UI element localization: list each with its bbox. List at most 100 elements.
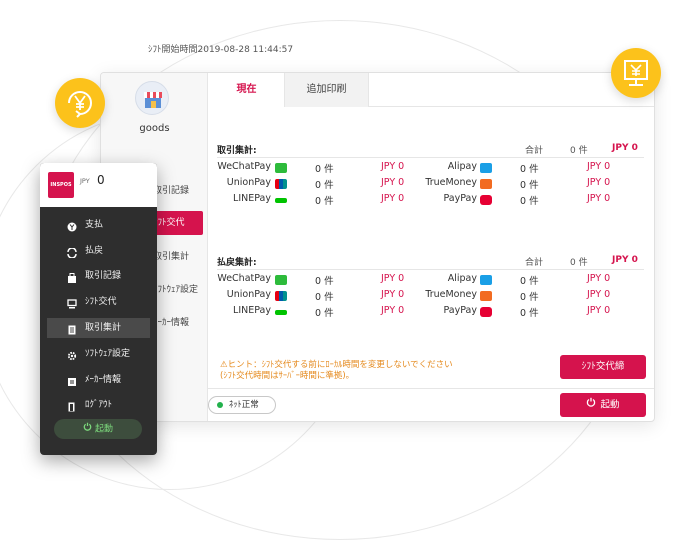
row-count: 0 件 xyxy=(520,308,539,319)
menu-item-label: 取引集計 xyxy=(85,323,122,333)
table-row: WeChatPay 0 件 JPY 0 Alipay 0 件 JPY 0 xyxy=(217,161,644,177)
truemoney-icon xyxy=(480,179,492,189)
network-status: ﾈｯﾄ正常 xyxy=(208,396,276,414)
row-amount: JPY 0 xyxy=(587,161,611,172)
row-count: 0 件 xyxy=(520,180,539,191)
menu-item-record[interactable]: 取引記録 xyxy=(47,266,150,286)
status-dot-icon xyxy=(217,402,223,408)
table-row: UnionPay 0 件 JPY 0 TrueMoney 0 件 JPY 0 xyxy=(217,177,644,193)
hint-line: (ｼﾌﾄ交代時間はｻｰﾊﾞｰ時間に準拠)。 xyxy=(220,371,355,381)
unionpay-icon xyxy=(275,179,287,189)
menu-item-label: ｼﾌﾄ交代 xyxy=(85,297,117,307)
row-amount: JPY 0 xyxy=(381,193,405,204)
tab-current[interactable]: 現在 xyxy=(209,73,285,107)
gear-icon xyxy=(67,349,77,361)
total-label: 合計 xyxy=(525,146,544,156)
row-count: 0 件 xyxy=(520,292,539,303)
pos-menu: INSPOS JPY 0 支払 払戻 取引記録 ｼﾌﾄ交代 取引集計 ｿﾌﾄｳｪ… xyxy=(40,163,157,455)
shift-hint: ⚠ヒント：ｼﾌﾄ交代する前にﾛｰｶﾙ時間を変更しないでください (ｼﾌﾄ交代時間… xyxy=(220,360,453,382)
unionpay-icon xyxy=(275,291,287,301)
currency-value: 0 xyxy=(97,173,105,187)
tab-reprint[interactable]: 追加印刷 xyxy=(285,73,369,107)
linepay-icon xyxy=(275,310,287,315)
launch-button[interactable]: 起動 xyxy=(560,393,646,417)
row-amount: JPY 0 xyxy=(381,161,405,172)
row-amount: JPY 0 xyxy=(587,193,611,204)
menu-item-refund[interactable]: 払戻 xyxy=(47,241,150,261)
paypay-icon xyxy=(480,195,492,205)
total-amount: JPY 0 xyxy=(612,143,638,153)
wechatpay-icon xyxy=(275,163,287,173)
menu-item-label: ｿﾌﾄｳｪｱ設定 xyxy=(85,349,131,359)
truemoney-icon xyxy=(480,291,492,301)
method-name: UnionPay xyxy=(226,289,271,300)
total-label: 合計 xyxy=(525,258,544,268)
record-icon xyxy=(67,271,77,283)
launch-label: 起動 xyxy=(600,399,620,411)
method-name: TrueMoney xyxy=(425,289,477,300)
total-count: 0 件 xyxy=(570,146,588,156)
network-status-label: ﾈｯﾄ正常 xyxy=(229,400,259,410)
summary-title: 取引集計: xyxy=(217,146,257,156)
summary-title: 払戻集計: xyxy=(217,258,257,268)
tab-bar: 現在 追加印刷 xyxy=(209,73,654,107)
footer-divider xyxy=(208,388,654,389)
menu-item-settings[interactable]: ｿﾌﾄｳｪｱ設定 xyxy=(47,344,150,364)
linepay-icon xyxy=(275,198,287,203)
menu-item-label: ﾛｸﾞｱｳﾄ xyxy=(85,400,113,410)
power-icon xyxy=(586,393,596,417)
method-name: UnionPay xyxy=(226,177,271,188)
menu-header: INSPOS JPY 0 xyxy=(40,163,157,207)
menu-item-logout[interactable]: ﾛｸﾞｱｳﾄ xyxy=(47,395,150,415)
method-name: PayPay xyxy=(443,193,478,204)
power-icon xyxy=(83,419,92,439)
method-name: Alipay xyxy=(447,273,477,284)
payment-icon xyxy=(67,220,77,232)
shift-close-button[interactable]: ｼﾌﾄ交代締 xyxy=(560,355,646,379)
table-row: WeChatPay 0 件 JPY 0 Alipay 0 件 JPY 0 xyxy=(217,273,644,289)
row-amount: JPY 0 xyxy=(587,289,611,300)
menu-item-maker[interactable]: ﾒｰｶｰ情報 xyxy=(47,370,150,390)
alipay-icon xyxy=(480,275,492,285)
row-amount: JPY 0 xyxy=(381,273,405,284)
refund-icon xyxy=(67,246,77,259)
row-amount: JPY 0 xyxy=(587,177,611,188)
row-amount: JPY 0 xyxy=(381,177,405,188)
method-name: TrueMoney xyxy=(425,177,477,188)
summary-header: 払戻集計: 合計 0 件 JPY 0 xyxy=(217,252,644,270)
refund-summary: 払戻集計: 合計 0 件 JPY 0 WeChatPay 0 件 JPY 0 A… xyxy=(217,252,644,321)
yen-terminal-icon xyxy=(611,48,661,98)
total-amount: JPY 0 xyxy=(612,255,638,265)
row-count: 0 件 xyxy=(315,196,334,207)
row-amount: JPY 0 xyxy=(587,305,611,316)
wechatpay-icon xyxy=(275,275,287,285)
paypay-icon xyxy=(480,307,492,317)
row-count: 0 件 xyxy=(520,196,539,207)
menu-item-shift[interactable]: ｼﾌﾄ交代 xyxy=(47,292,150,312)
table-row: LINEPay 0 件 JPY 0 PayPay 0 件 JPY 0 xyxy=(217,305,644,321)
menu-item-label: 取引記録 xyxy=(85,271,122,281)
row-amount: JPY 0 xyxy=(587,273,611,284)
menu-item-label: ﾒｰｶｰ情報 xyxy=(85,375,122,385)
inspos-logo: INSPOS xyxy=(48,172,74,198)
row-count: 0 件 xyxy=(315,164,334,175)
menu-item-summary[interactable]: 取引集計 xyxy=(47,318,150,338)
menu-item-payment[interactable]: 支払 xyxy=(47,215,150,235)
info-icon xyxy=(67,375,77,386)
menu-item-label: 支払 xyxy=(85,220,104,230)
menu-item-label: 払戻 xyxy=(85,246,104,256)
transaction-summary: 取引集計: 合計 0 件 JPY 0 WeChatPay 0 件 JPY 0 A… xyxy=(217,140,644,209)
store-icon xyxy=(135,81,169,115)
menu-launch-button[interactable]: 起動 xyxy=(54,419,142,439)
method-name: LINEPay xyxy=(233,193,271,204)
yen-refresh-icon xyxy=(55,78,105,128)
summary-header: 取引集計: 合計 0 件 JPY 0 xyxy=(217,140,644,158)
currency-label: JPY xyxy=(80,177,90,185)
method-name: WeChatPay xyxy=(217,273,271,284)
row-count: 0 件 xyxy=(315,276,334,287)
menu-launch-label: 起動 xyxy=(94,424,113,435)
summary-icon xyxy=(67,323,77,335)
logout-icon xyxy=(67,400,77,412)
table-row: UnionPay 0 件 JPY 0 TrueMoney 0 件 JPY 0 xyxy=(217,289,644,305)
total-count: 0 件 xyxy=(570,258,588,268)
